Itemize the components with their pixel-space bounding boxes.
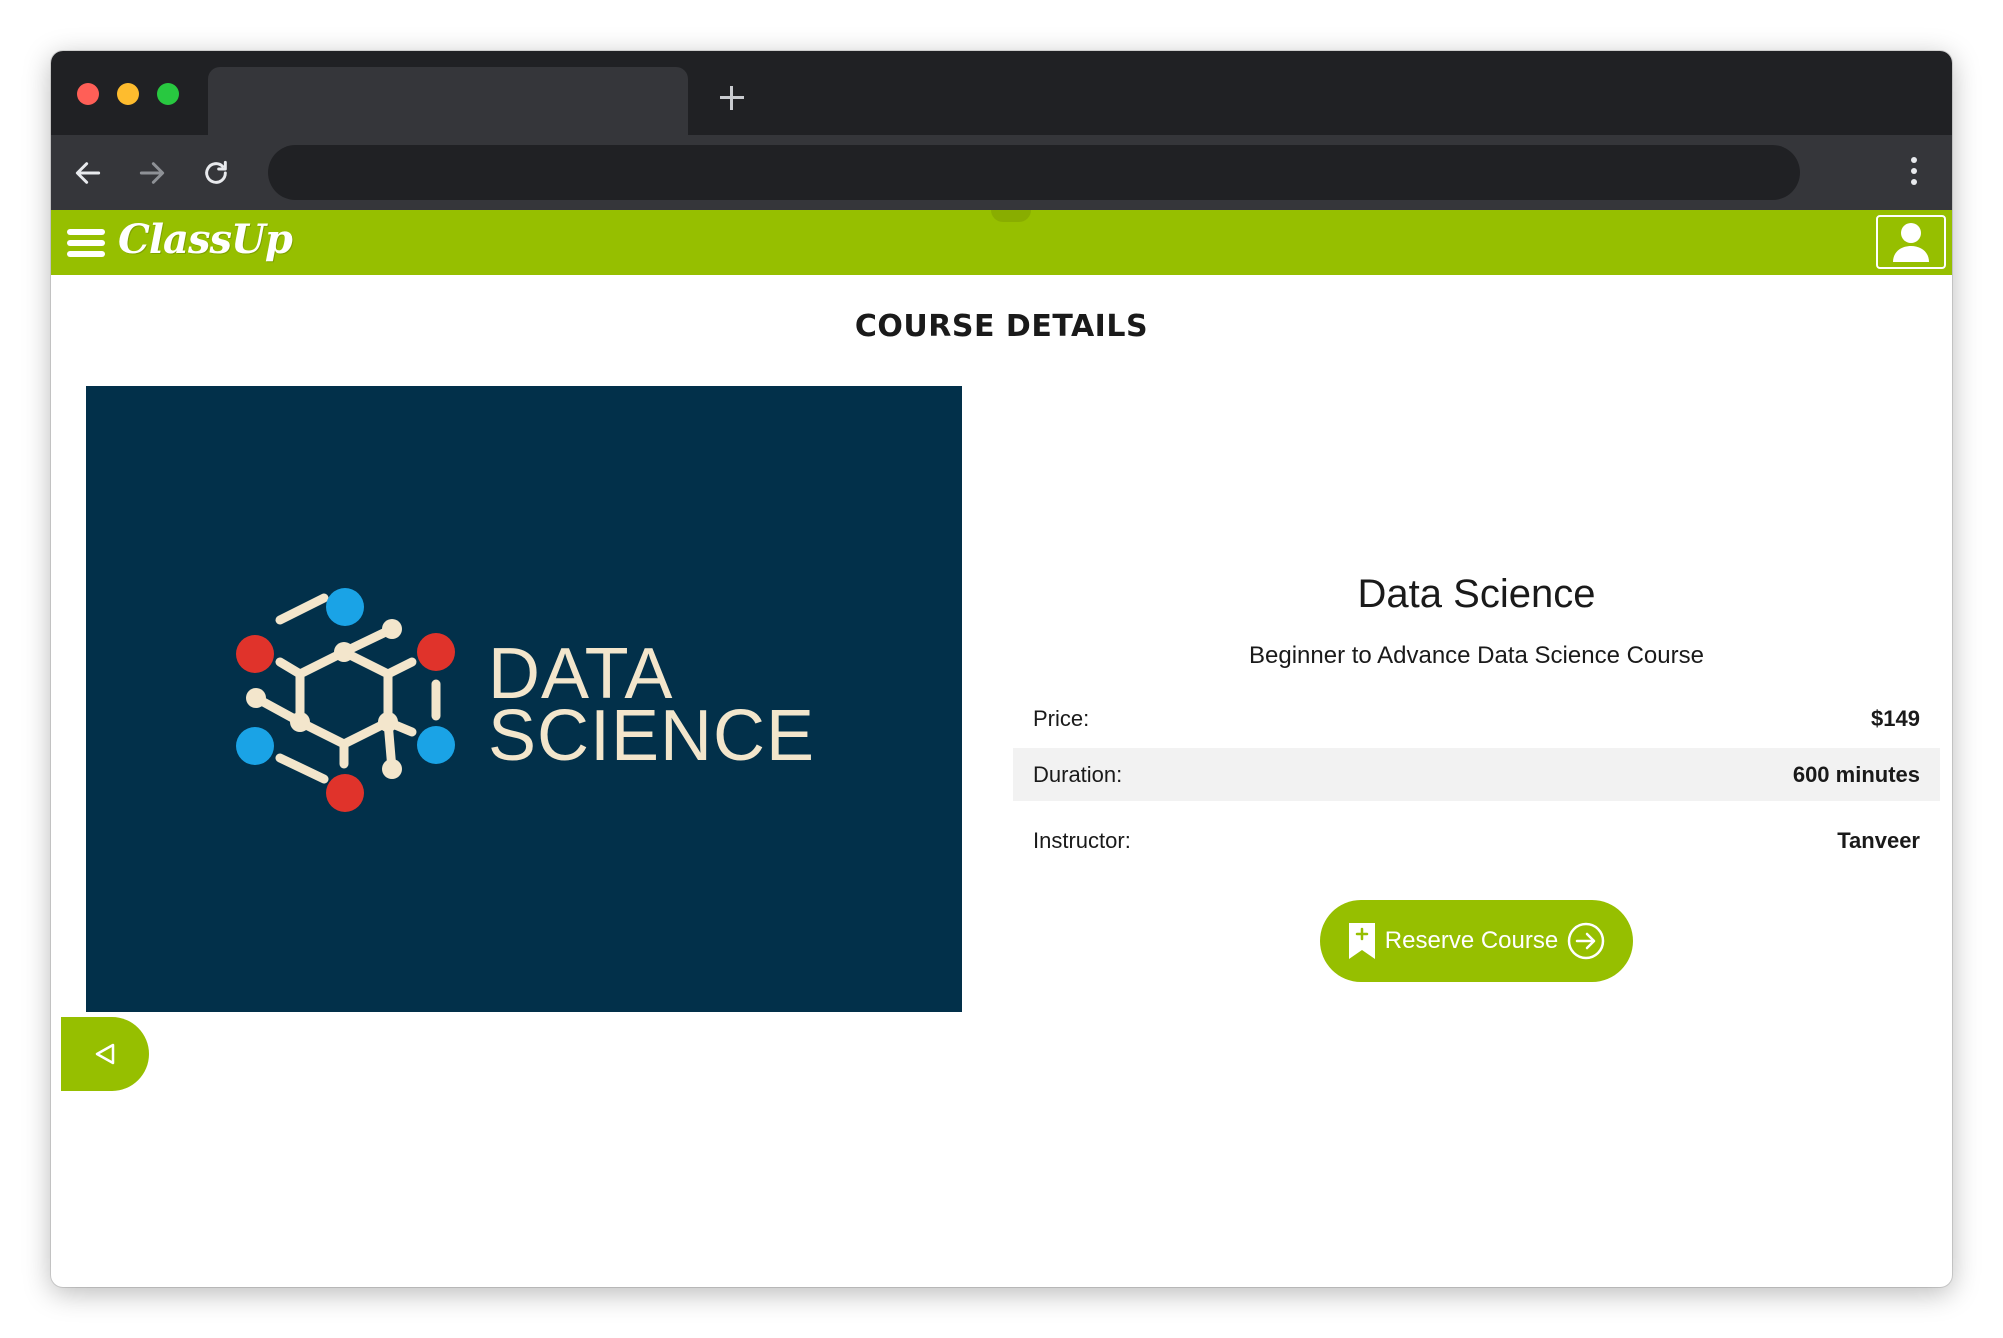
kebab-menu-icon[interactable]: [1908, 157, 1920, 189]
browser-tab[interactable]: [208, 67, 688, 135]
course-name: Data Science: [1357, 572, 1596, 616]
hamburger-menu-icon[interactable]: [67, 229, 105, 257]
instructor-label: Instructor:: [1033, 828, 1131, 853]
price-label: Price:: [1033, 706, 1090, 731]
maximize-window-button[interactable]: [157, 83, 179, 105]
address-bar[interactable]: [268, 145, 1800, 200]
course-subtitle: Beginner to Advance Data Science Course: [1249, 642, 1704, 669]
reload-icon[interactable]: [197, 154, 235, 192]
user-profile-button[interactable]: [1876, 215, 1946, 269]
forward-arrow-icon[interactable]: [133, 154, 171, 192]
site-logo[interactable]: ClassUp: [118, 216, 293, 263]
price-value: $149: [1871, 706, 1920, 731]
user-profile-icon: [1893, 223, 1929, 262]
new-tab-icon[interactable]: [715, 81, 749, 115]
header-scroll-nub: [991, 210, 1031, 222]
page-title: COURSE DETAILS: [854, 309, 1149, 344]
instructor-row: Instructor: Tanveer: [1013, 814, 1940, 867]
bookmark-plus-icon: [1348, 923, 1375, 959]
back-arrow-icon[interactable]: [69, 154, 107, 192]
reserve-course-label: Reserve Course: [1384, 927, 1559, 954]
close-window-button[interactable]: [77, 83, 99, 105]
duration-label: Duration:: [1033, 762, 1123, 787]
arrow-circle-right-icon: [1567, 922, 1605, 960]
reserve-course-button[interactable]: Reserve Course: [1320, 900, 1633, 982]
instructor-value: Tanveer: [1837, 828, 1920, 853]
image-title-line2: SCIENCE: [488, 696, 816, 776]
course-image: DATA SCIENCE: [86, 386, 962, 1012]
back-button[interactable]: [61, 1017, 149, 1091]
triangle-left-icon: [95, 1043, 115, 1065]
duration-row: Duration: 600 minutes: [1013, 748, 1940, 801]
browser-window: ClassUp COURSE DETAILS DATA SCIENCE Data…: [51, 51, 1952, 1287]
price-row: Price: $149: [1013, 692, 1940, 745]
minimize-window-button[interactable]: [117, 83, 139, 105]
browser-toolbar: [51, 135, 1952, 210]
browser-tab-bar: [51, 51, 1952, 135]
duration-value: 600 minutes: [1792, 762, 1920, 787]
